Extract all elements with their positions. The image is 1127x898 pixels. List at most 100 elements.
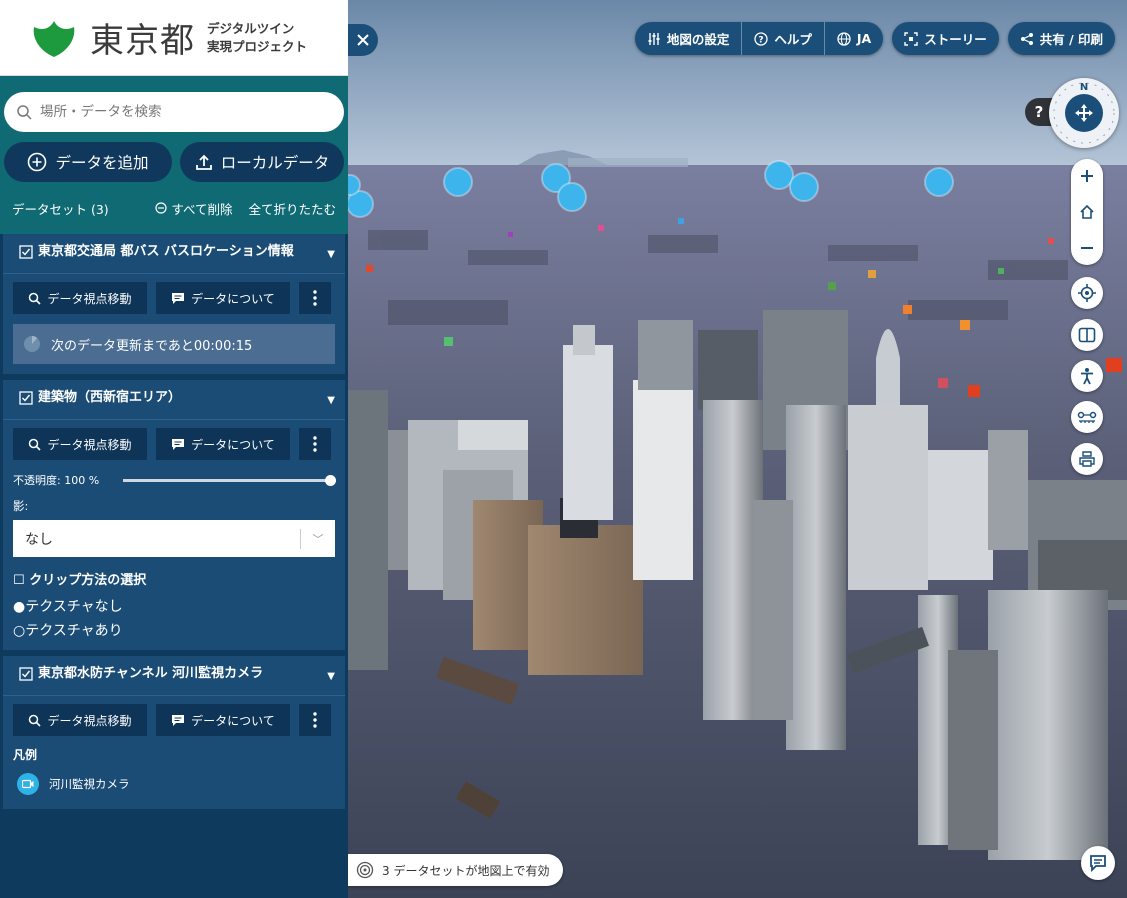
locate-button[interactable] <box>1071 277 1103 309</box>
delete-all-button[interactable]: すべて削除 <box>155 199 232 218</box>
dataset-card-river-camera: 東京都水防チャンネル 河川監視カメラ ▼ データ視点移動 データについて 凡例 … <box>3 656 345 809</box>
opacity-control: 不透明度: 100 % <box>13 472 336 488</box>
shadow-label: 影: <box>13 499 29 513</box>
app-logo[interactable]: 東京都 デジタルツイン 実現プロジェクト <box>0 0 348 76</box>
caret-down-icon[interactable]: ▼ <box>327 391 335 411</box>
dataset-card-header[interactable]: 東京都交通局 都バス バスロケーション情報 ▼ <box>3 234 345 265</box>
dataset-title: 東京都交通局 都バス バスロケーション情報 <box>38 244 294 259</box>
update-timer-text: 次のデータ更新まであと00:00:15 <box>51 338 253 354</box>
share-print-button-inner[interactable]: 共有 / 印刷 <box>1008 22 1115 55</box>
datasets-count: データセット (3) <box>12 201 109 217</box>
opacity-label: 不透明度: 100 % <box>13 474 100 487</box>
opacity-slider[interactable] <box>123 474 336 486</box>
checkbox-icon[interactable] <box>19 245 33 259</box>
kebab-icon[interactable] <box>299 282 331 314</box>
kebab-icon[interactable] <box>299 428 331 460</box>
active-datasets-text: 3 データセットが地図上で有効 <box>382 863 550 878</box>
clip-method-label: クリップ方法の選択 <box>29 573 147 588</box>
story-label: ストーリー <box>924 32 987 47</box>
collapse-all-button[interactable]: 全て折りたたむ <box>248 199 336 218</box>
search-box[interactable] <box>4 92 344 132</box>
split-view-icon <box>1078 327 1096 343</box>
compass-help-label: ? <box>1034 103 1044 121</box>
search-icon <box>17 105 32 120</box>
locate-icon <box>1078 284 1096 302</box>
map-settings-label: 地図の設定 <box>666 32 730 47</box>
globe-icon <box>837 31 851 46</box>
dataset-card-buildings: 建築物（西新宿エリア） ▼ データ視点移動 データについて 不透明度: 100 … <box>3 380 345 650</box>
upload-icon <box>195 154 212 170</box>
caret-down-icon[interactable]: ▼ <box>327 667 335 687</box>
texture-none-radio[interactable]: ●テクスチャなし <box>13 596 335 616</box>
checkbox-icon[interactable] <box>19 391 33 405</box>
data-viewpoint-button[interactable]: データ視点移動 <box>13 704 147 736</box>
magnifier-icon <box>29 714 42 727</box>
dataset-card-header[interactable]: 建築物（西新宿エリア） ▼ <box>3 380 345 411</box>
data-about-button[interactable]: データについて <box>156 428 290 460</box>
help-button[interactable]: ? ヘルプ <box>741 22 824 55</box>
logo-name: 東京都 <box>90 21 195 61</box>
radio-unselected-icon[interactable]: ○ <box>13 623 25 639</box>
split-view-button[interactable] <box>1071 319 1103 351</box>
chevron-down-icon[interactable]: ﹀ <box>301 531 335 547</box>
checkbox-icon[interactable] <box>19 667 33 681</box>
texture-with-radio[interactable]: ○テクスチャあり <box>13 620 335 640</box>
chat-icon <box>1090 855 1106 873</box>
svg-text:?: ? <box>759 35 764 45</box>
map-viewport[interactable]: 地図の設定 ? ヘルプ JA ストーリー 共有 / 印刷 ? N 3 データセッ… <box>348 0 1127 898</box>
feedback-button[interactable] <box>1081 846 1115 880</box>
zoom-in-icon[interactable] <box>1080 169 1094 183</box>
ginkgo-logo-icon <box>33 20 75 57</box>
dataset-card-bus: 東京都交通局 都バス バスロケーション情報 ▼ データ視点移動 データについて <box>3 234 345 374</box>
legend-item-label: 河川監視カメラ <box>49 777 130 791</box>
logo-subtitle: デジタルツイン 実現プロジェクト <box>207 20 307 56</box>
home-icon[interactable] <box>1079 204 1095 220</box>
data-viewpoint-button[interactable]: データ視点移動 <box>13 428 147 460</box>
caret-down-icon[interactable]: ▼ <box>327 245 335 265</box>
local-data-button[interactable]: ローカルデータ <box>180 142 344 182</box>
close-icon <box>357 34 369 46</box>
share-print-button[interactable]: 共有 / 印刷 <box>1007 22 1115 55</box>
minus-circle-icon <box>155 202 167 214</box>
measure-icon <box>1077 411 1097 423</box>
pedestrian-mode-button[interactable] <box>1071 360 1103 392</box>
data-viewpoint-label: データ視点移動 <box>47 291 132 306</box>
zoom-out-icon[interactable] <box>1080 241 1094 255</box>
help-circle-icon: ? <box>754 31 769 46</box>
dataset-actions: データ視点移動 データについて <box>13 704 335 736</box>
print-view-button[interactable] <box>1071 443 1103 475</box>
add-data-button[interactable]: データを追加 <box>4 142 172 182</box>
info-card-icon <box>172 714 185 726</box>
clip-method-checkbox[interactable]: ☐ クリップ方法の選択 <box>13 569 335 588</box>
compass-north-label: N <box>1080 82 1088 93</box>
measure-button[interactable] <box>1071 401 1103 433</box>
share-print-label: 共有 / 印刷 <box>1039 32 1103 47</box>
dataset-card-header[interactable]: 東京都水防チャンネル 河川監視カメラ ▼ <box>3 656 345 687</box>
language-label: JA <box>856 31 872 46</box>
opacity-slider-handle[interactable] <box>325 474 336 486</box>
data-viewpoint-label: データ視点移動 <box>47 713 132 728</box>
kebab-icon[interactable] <box>299 704 331 736</box>
zoom-control <box>1071 159 1103 265</box>
clock-icon <box>24 336 40 352</box>
dataset-card-body: データ視点移動 データについて 凡例 河川監視カメラ <box>3 695 345 809</box>
map-scene[interactable] <box>348 0 1127 898</box>
story-button[interactable]: ストーリー <box>892 22 999 55</box>
data-viewpoint-label: データ視点移動 <box>47 437 132 452</box>
info-card-icon <box>172 292 185 304</box>
data-about-button[interactable]: データについて <box>156 282 290 314</box>
empty-checkbox-icon[interactable]: ☐ <box>13 573 25 588</box>
data-viewpoint-button[interactable]: データ視点移動 <box>13 282 147 314</box>
map-settings-button[interactable]: 地図の設定 <box>635 22 742 55</box>
language-button[interactable]: JA <box>823 22 883 55</box>
story-icon <box>904 31 918 46</box>
active-datasets-status[interactable]: 3 データセットが地図上で有効 <box>348 854 564 886</box>
logo-subtitle-line1: デジタルツイン <box>207 20 295 36</box>
data-about-button[interactable]: データについて <box>156 704 290 736</box>
compass-control[interactable]: N <box>1049 78 1119 148</box>
shadow-select[interactable]: なし ﹀ <box>13 520 335 557</box>
radio-selected-icon[interactable]: ● <box>13 599 25 615</box>
story-button-inner[interactable]: ストーリー <box>892 22 999 55</box>
update-timer: 次のデータ更新まであと00:00:15 <box>13 324 335 364</box>
search-input[interactable] <box>40 104 320 120</box>
